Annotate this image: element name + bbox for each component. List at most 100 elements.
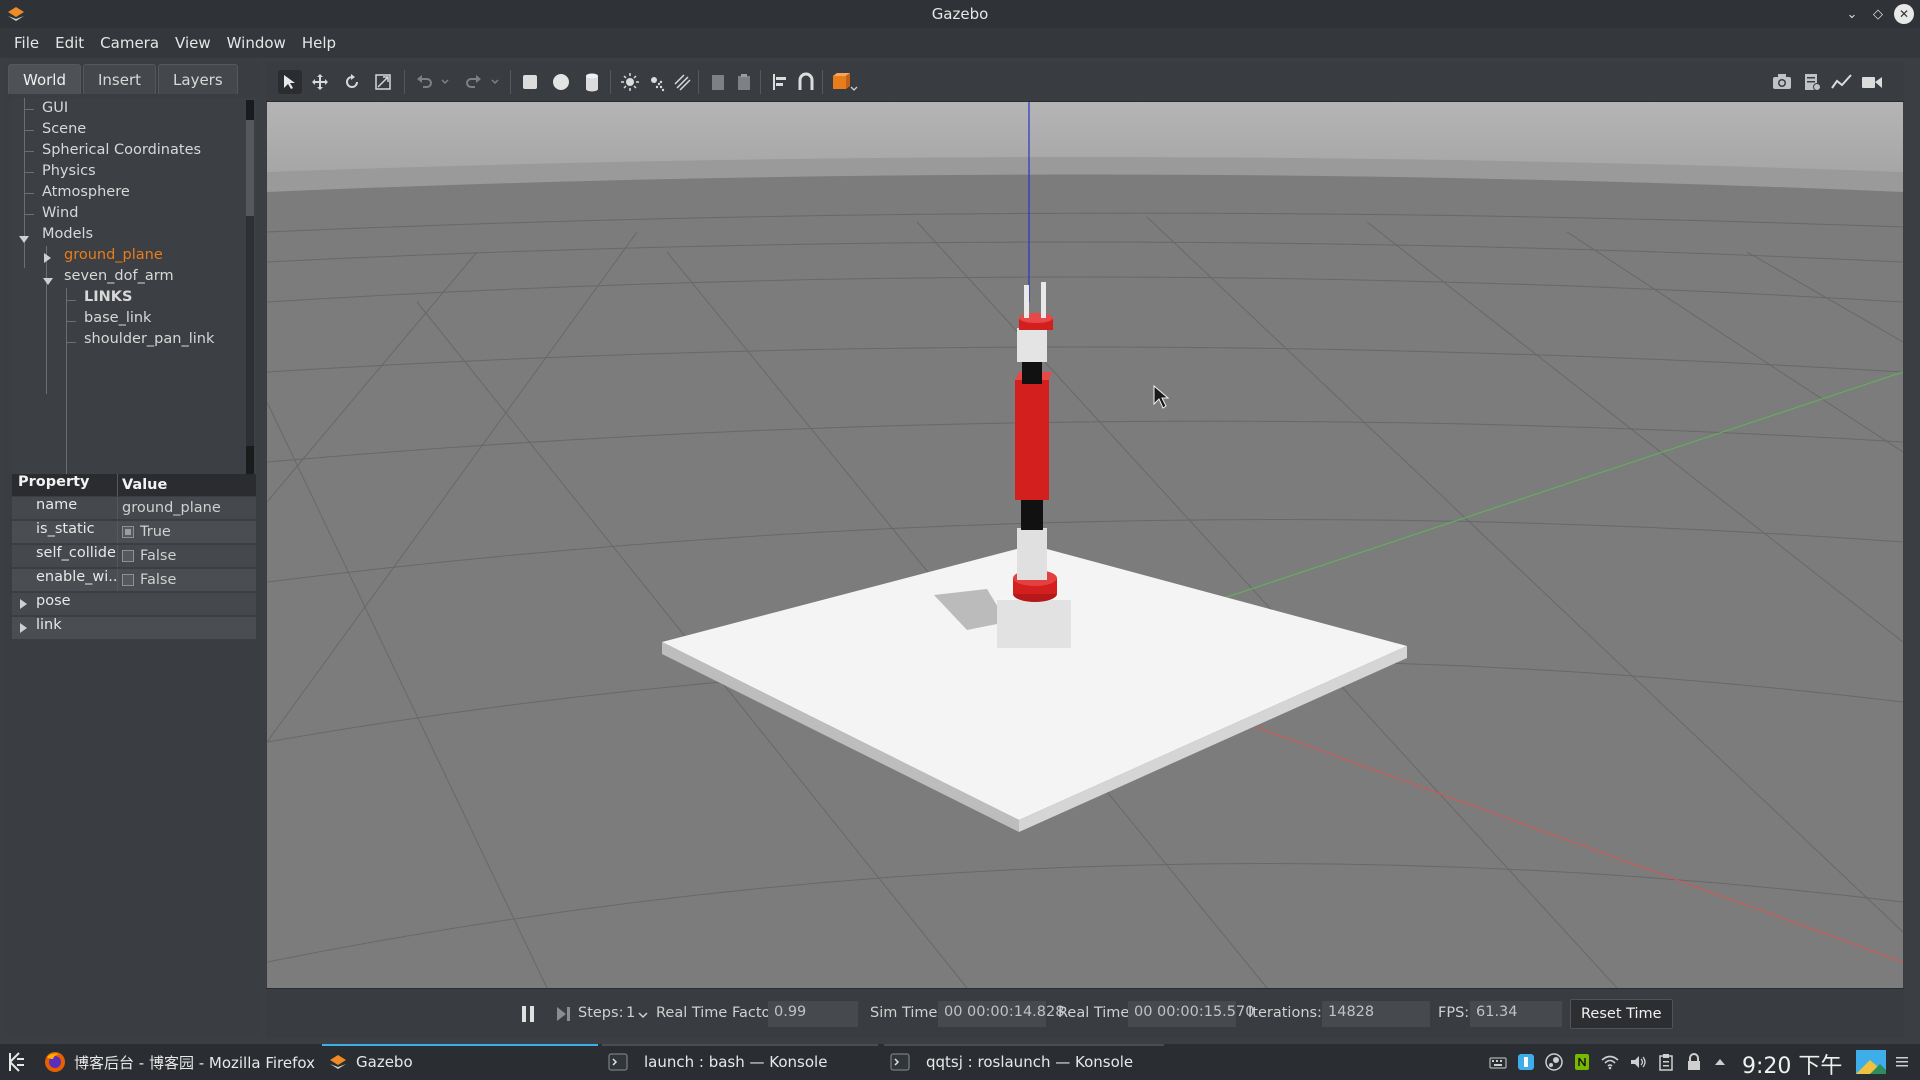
reset-time-button[interactable]: Reset Time <box>1570 999 1673 1029</box>
tray-expand-icon[interactable] <box>1710 1052 1730 1072</box>
property-key: name <box>12 497 118 519</box>
lock-icon[interactable] <box>1684 1052 1704 1072</box>
clock[interactable]: 9:20 下午 <box>1742 1048 1842 1080</box>
scrollbar-thumb[interactable] <box>246 120 254 216</box>
tree-item-base-link[interactable]: base_link <box>84 310 151 332</box>
log-button[interactable] <box>1800 70 1824 94</box>
property-row-name[interactable]: name ground_plane <box>12 497 256 519</box>
close-button[interactable]: ✕ <box>1894 4 1914 24</box>
tree-item-shoulder-pan-link[interactable]: shoulder_pan_link <box>84 331 214 353</box>
insert-box-button[interactable] <box>518 70 542 94</box>
menu-view[interactable]: View <box>167 34 219 52</box>
collapse-arrow-icon[interactable] <box>42 252 52 264</box>
pause-button[interactable] <box>518 1003 538 1025</box>
is-static-checkbox[interactable] <box>122 526 134 538</box>
wrist-link[interactable] <box>1022 360 1042 384</box>
view-angle-button[interactable] <box>830 70 860 94</box>
tree-item-models[interactable]: Models <box>42 226 93 248</box>
redo-dropdown-button[interactable] <box>488 70 502 94</box>
expand-arrow-icon[interactable] <box>42 276 54 286</box>
menu-window[interactable]: Window <box>219 34 294 52</box>
directional-light-button[interactable] <box>670 70 694 94</box>
menu-icon[interactable] <box>1892 1052 1912 1072</box>
menu-file[interactable]: File <box>6 34 47 52</box>
steam-icon[interactable] <box>1544 1052 1564 1072</box>
self-collide-checkbox[interactable] <box>122 550 134 562</box>
task-label: 博客后台 - 博客园 - Mozilla Firefox <box>74 1053 315 1072</box>
steps-value[interactable]: 1 <box>626 1005 635 1021</box>
task-firefox[interactable]: 博客后台 - 博客园 - Mozilla Firefox <box>38 1044 318 1080</box>
tree-item-seven-dof-arm[interactable]: seven_dof_arm <box>64 268 174 290</box>
scrollbar-thumb-bottom[interactable] <box>246 446 254 474</box>
tab-world[interactable]: World <box>8 64 81 94</box>
3d-scene-view[interactable] <box>267 102 1903 988</box>
tree-item-physics[interactable]: Physics <box>42 163 96 185</box>
translate-mode-button[interactable] <box>308 70 332 94</box>
scale-icon <box>375 74 391 90</box>
input-method-icon[interactable] <box>1516 1052 1536 1072</box>
keyboard-layout-icon[interactable] <box>1488 1052 1508 1072</box>
volume-icon[interactable] <box>1628 1052 1648 1072</box>
shoulder-link[interactable] <box>1017 528 1047 580</box>
align-button[interactable] <box>768 70 792 94</box>
tab-insert[interactable]: Insert <box>83 64 157 94</box>
scrollbar-thumb-top[interactable] <box>246 100 254 120</box>
rotate-mode-button[interactable] <box>340 70 364 94</box>
step-button[interactable] <box>554 1003 574 1025</box>
tree-item-atmosphere[interactable]: Atmosphere <box>42 184 130 206</box>
elbow-joint[interactable] <box>1021 497 1043 530</box>
clipboard-icon[interactable] <box>1656 1052 1676 1072</box>
menu-camera[interactable]: Camera <box>92 34 167 52</box>
redo-button[interactable] <box>462 70 486 94</box>
plot-button[interactable] <box>1830 70 1854 94</box>
base-link[interactable] <box>997 600 1071 648</box>
undo-dropdown-button[interactable] <box>438 70 452 94</box>
scene-render[interactable] <box>267 102 1903 988</box>
insert-cylinder-button[interactable] <box>580 70 604 94</box>
property-row-self-collide[interactable]: self_collide False <box>12 545 256 567</box>
desktop-preview-button[interactable] <box>1856 1050 1886 1074</box>
collapse-arrow-icon[interactable] <box>18 598 28 610</box>
tree-item-spherical-coordinates[interactable]: Spherical Coordinates <box>42 142 201 164</box>
task-konsole-roslaunch[interactable]: qqtsj : roslaunch — Konsole <box>884 1044 1164 1080</box>
tab-layers[interactable]: Layers <box>158 64 238 94</box>
task-konsole-launch[interactable]: launch : bash — Konsole <box>602 1044 878 1080</box>
enable-wind-checkbox[interactable] <box>122 574 134 586</box>
collapse-arrow-icon[interactable] <box>18 622 28 634</box>
upper-arm-link[interactable] <box>1015 380 1049 500</box>
tree-item-ground-plane[interactable]: ground_plane <box>64 247 163 269</box>
tree-item-wind[interactable]: Wind <box>42 205 78 227</box>
nvidia-icon[interactable] <box>1572 1052 1592 1072</box>
spot-light-button[interactable] <box>644 70 668 94</box>
property-row-pose[interactable]: pose <box>12 593 256 615</box>
select-mode-button[interactable] <box>278 70 302 94</box>
tree-item-gui[interactable]: GUI <box>42 100 68 122</box>
property-row-is-static[interactable]: is_static True <box>12 521 256 543</box>
wifi-icon[interactable] <box>1600 1052 1620 1072</box>
menu-help[interactable]: Help <box>294 34 344 52</box>
forearm-link[interactable] <box>1017 328 1047 362</box>
screenshot-button[interactable] <box>1770 70 1794 94</box>
gripper-finger-right[interactable] <box>1041 282 1046 318</box>
property-row-enable-wind[interactable]: enable_wi... False <box>12 569 256 591</box>
tree-scrollbar[interactable] <box>246 100 254 474</box>
chevron-down-icon[interactable] <box>638 1011 648 1019</box>
minimize-button[interactable]: ⌄ <box>1842 4 1862 24</box>
task-gazebo[interactable]: Gazebo <box>322 1044 598 1080</box>
iterations-label: Iterations: <box>1248 1005 1322 1021</box>
expand-arrow-icon[interactable] <box>18 234 30 244</box>
application-launcher-button[interactable] <box>6 1050 30 1074</box>
scale-mode-button[interactable] <box>371 70 395 94</box>
snap-button[interactable] <box>794 70 818 94</box>
menu-edit[interactable]: Edit <box>47 34 92 52</box>
tree-item-scene[interactable]: Scene <box>42 121 86 143</box>
copy-button[interactable] <box>706 70 730 94</box>
maximize-button[interactable]: ◇ <box>1868 4 1888 24</box>
property-row-link[interactable]: link <box>12 617 256 639</box>
gripper-finger-left[interactable] <box>1024 285 1029 318</box>
undo-button[interactable] <box>412 70 436 94</box>
paste-button[interactable] <box>732 70 756 94</box>
point-light-button[interactable] <box>618 70 642 94</box>
record-video-button[interactable] <box>1860 70 1884 94</box>
insert-sphere-button[interactable] <box>549 70 573 94</box>
